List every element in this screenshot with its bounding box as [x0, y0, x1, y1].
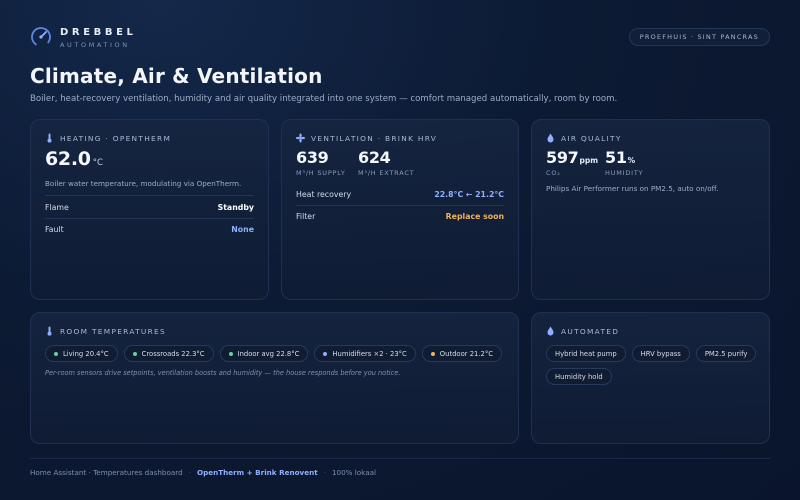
- automation-chip-hrv-bypass[interactable]: HRV bypass: [631, 345, 690, 362]
- automated-label: AUTOMATED: [561, 326, 620, 336]
- thermometer-icon: [47, 133, 52, 143]
- extract-value: 624: [358, 148, 391, 167]
- thermometer-icon: [47, 326, 52, 336]
- status-dot: [323, 351, 328, 356]
- room-temperatures-note: Per-room sensors drive setpoints, ventil…: [45, 369, 401, 377]
- room-chip-text: Humidifiers ×2 · 23°C: [332, 349, 407, 358]
- boiler-temperature-unit: °C: [92, 158, 103, 168]
- heat-recovery-value: 22.8°C ← 21.2°C: [434, 189, 504, 199]
- heat-recovery-row: Heat recovery 22.8°C ← 21.2°C: [296, 183, 504, 205]
- status-dot: [132, 351, 137, 356]
- ventilation-card-header: VENTILATION · BRINK HRV: [296, 132, 437, 144]
- boiler-temperature-value: 62.0: [45, 148, 91, 170]
- footer: Home Assistant · Temperatures dashboard …: [30, 468, 376, 477]
- flame-row: Flame Standby: [45, 196, 254, 218]
- fan-icon: [296, 133, 305, 143]
- humidity-value: 51: [605, 148, 627, 167]
- room-chip-outdoor[interactable]: Outdoor 21.2°C: [421, 345, 502, 362]
- automation-chips: Hybrid heat pump HRV bypass PM2.5 purify…: [546, 345, 759, 385]
- filter-label: Filter: [296, 211, 316, 221]
- room-chip-living[interactable]: Living 20.4°C: [45, 345, 118, 362]
- gauge-logo-icon: [31, 27, 51, 47]
- boiler-temperature: 62.0 °C: [45, 148, 103, 170]
- heating-description: Boiler water temperature, modulating via…: [45, 179, 242, 188]
- header: DREBBEL AUTOMATION PROEFHUIS · SINT PANC…: [30, 24, 770, 52]
- fault-label: Fault: [45, 224, 64, 234]
- humidity-label: HUMIDITY: [605, 169, 644, 177]
- automated-card: AUTOMATED Hybrid heat pump HRV bypass PM…: [531, 312, 770, 444]
- co2-unit: ppm: [579, 156, 599, 165]
- flame-status: Standby: [217, 202, 254, 212]
- brand-subtitle: AUTOMATION: [60, 41, 130, 49]
- automation-chip-pm25-purify[interactable]: PM2.5 purify: [695, 345, 757, 362]
- room-temperatures-label: ROOM TEMPERATURES: [60, 326, 167, 336]
- fault-row: Fault None: [45, 218, 254, 240]
- brand[interactable]: DREBBEL AUTOMATION: [60, 27, 136, 50]
- air-quality-card: AIR QUALITY 597ppm CO₂ 51% HUMIDITY Phil…: [531, 119, 770, 300]
- room-chip-text: Crossroads 22.3°C: [141, 349, 205, 358]
- air-quality-card-header: AIR QUALITY: [546, 132, 622, 144]
- droplet-icon: [547, 133, 554, 143]
- status-dot: [228, 351, 233, 356]
- footer-highlight: OpenTherm + Brink Renovent: [196, 468, 318, 477]
- supply-metric: 639 M³/H SUPPLY: [296, 148, 346, 177]
- supply-value: 639: [296, 148, 329, 167]
- room-chip-text: Living 20.4°C: [63, 349, 109, 358]
- heating-card: HEATING · OPENTHERM 62.0 °C Boiler water …: [30, 119, 269, 300]
- heating-card-label: HEATING · OPENTHERM: [60, 133, 172, 143]
- fault-status: None: [231, 224, 254, 234]
- air-quality-description: Philips Air Performer runs on PM2.5, aut…: [546, 184, 719, 193]
- humidity-metric: 51% HUMIDITY: [605, 148, 643, 177]
- extract-label: M³/H EXTRACT: [358, 169, 415, 177]
- room-chip-text: Outdoor 21.2°C: [439, 349, 493, 358]
- footer-local: 100% lokaal: [331, 468, 377, 477]
- heating-card-header: HEATING · OPENTHERM: [45, 132, 171, 144]
- room-temperatures-card: ROOM TEMPERATURES Living 20.4°C Crossroa…: [30, 312, 519, 444]
- flame-label: Flame: [45, 202, 69, 212]
- room-chip-crossroads[interactable]: Crossroads 22.3°C: [123, 345, 214, 362]
- co2-metric: 597ppm CO₂: [546, 148, 598, 177]
- page-title: Climate, Air & Ventilation: [30, 64, 323, 88]
- filter-row: Filter Replace soon: [296, 205, 504, 227]
- supply-label: M³/H SUPPLY: [296, 169, 346, 177]
- ventilation-card-label: VENTILATION · BRINK HRV: [311, 133, 438, 143]
- droplet-icon: [547, 326, 554, 336]
- status-dot: [54, 351, 58, 356]
- footer-source[interactable]: Home Assistant · Temperatures dashboard: [30, 468, 183, 477]
- room-temperatures-header: ROOM TEMPERATURES: [45, 325, 166, 337]
- heat-recovery-label: Heat recovery: [296, 189, 352, 199]
- automated-header: AUTOMATED: [546, 325, 619, 337]
- page-subtitle: Boiler, heat-recovery ventilation, humid…: [30, 94, 618, 104]
- air-quality-card-label: AIR QUALITY: [561, 133, 622, 143]
- automation-chip-hybrid-heat-pump[interactable]: Hybrid heat pump: [546, 345, 626, 362]
- brand-name: DREBBEL: [60, 27, 137, 38]
- room-chip-indoor-avg[interactable]: Indoor avg 22.8°C: [219, 345, 309, 362]
- co2-label: CO₂: [546, 169, 561, 177]
- room-temperature-chips: Living 20.4°C Crossroads 22.3°C Indoor a…: [45, 345, 502, 362]
- filter-status: Replace soon: [445, 211, 504, 221]
- footer-separator: ·: [188, 468, 191, 477]
- status-dot: [430, 351, 435, 356]
- co2-value: 597: [546, 148, 579, 167]
- footer-separator: ·: [323, 468, 326, 477]
- room-chip-text: Indoor avg 22.8°C: [237, 349, 300, 358]
- ventilation-card: VENTILATION · BRINK HRV 639 M³/H SUPPLY …: [281, 119, 519, 300]
- footer-divider: [30, 458, 770, 459]
- location-badge: PROEFHUIS · SINT PANCRAS: [628, 28, 770, 46]
- room-chip-humidifiers[interactable]: Humidifiers ×2 · 23°C: [314, 345, 416, 362]
- extract-metric: 624 M³/H EXTRACT: [358, 148, 414, 177]
- humidity-unit: %: [627, 156, 636, 165]
- automation-chip-humidity-hold[interactable]: Humidity hold: [546, 368, 612, 385]
